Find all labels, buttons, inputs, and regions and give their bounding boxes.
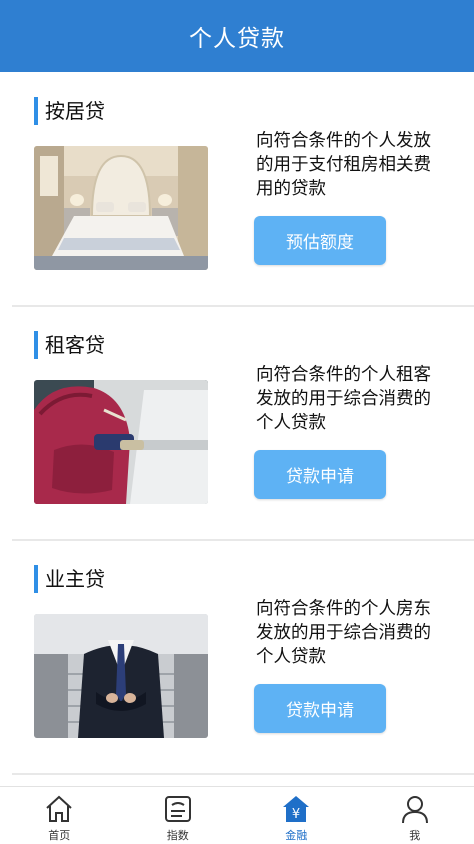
app-header: 个人贷款 bbox=[0, 0, 474, 72]
loan-apply-button[interactable]: 贷款申请 bbox=[254, 684, 386, 733]
svg-text:¥: ¥ bbox=[292, 807, 300, 822]
profile-icon bbox=[399, 793, 431, 825]
tab-finance[interactable]: ¥ 金融 bbox=[237, 787, 356, 844]
card-description: 向符合条件的个人租客发放的用于综合消费的个人贷款 bbox=[256, 363, 434, 435]
tab-home[interactable]: 首页 bbox=[0, 787, 119, 844]
bottom-tab-bar: 首页 指数 ¥ 金融 我 bbox=[0, 786, 474, 844]
card-title: 租客贷 bbox=[34, 331, 105, 359]
bedroom-photo bbox=[34, 146, 208, 270]
card-title: 按居贷 bbox=[34, 97, 105, 125]
backpack-photo bbox=[34, 380, 208, 504]
tab-label: 首页 bbox=[48, 827, 70, 843]
page-title: 个人贷款 bbox=[189, 19, 285, 53]
tab-profile[interactable]: 我 bbox=[356, 787, 474, 844]
card-title: 业主贷 bbox=[34, 565, 105, 593]
tab-label: 金融 bbox=[285, 827, 307, 843]
loan-card-zuke: 租客贷 向符合条件的个人租客发放的用于综合消费的个人贷款 贷款申请 bbox=[0, 307, 474, 541]
card-description: 向符合条件的个人发放的用于支付租房相关费用的贷款 bbox=[256, 129, 434, 201]
tab-label: 指数 bbox=[167, 827, 189, 843]
index-icon bbox=[162, 793, 194, 825]
tab-label: 我 bbox=[409, 827, 420, 843]
loan-card-yezhu: 业主贷 向符合条件的个人房东发放的用于综合消费的个人贷款 贷款申请 bbox=[0, 541, 474, 775]
businessman-photo bbox=[34, 614, 208, 738]
loan-card-anju: 按居贷 向符合条件的个人发放的用于支付租房相关费用的贷款 预估额度 bbox=[0, 73, 474, 307]
home-icon bbox=[43, 793, 75, 825]
estimate-quota-button[interactable]: 预估额度 bbox=[254, 216, 386, 265]
loan-apply-button[interactable]: 贷款申请 bbox=[254, 450, 386, 499]
tab-index[interactable]: 指数 bbox=[119, 787, 238, 844]
divider bbox=[12, 773, 474, 775]
finance-icon: ¥ bbox=[280, 793, 312, 825]
card-description: 向符合条件的个人房东发放的用于综合消费的个人贷款 bbox=[256, 597, 434, 669]
